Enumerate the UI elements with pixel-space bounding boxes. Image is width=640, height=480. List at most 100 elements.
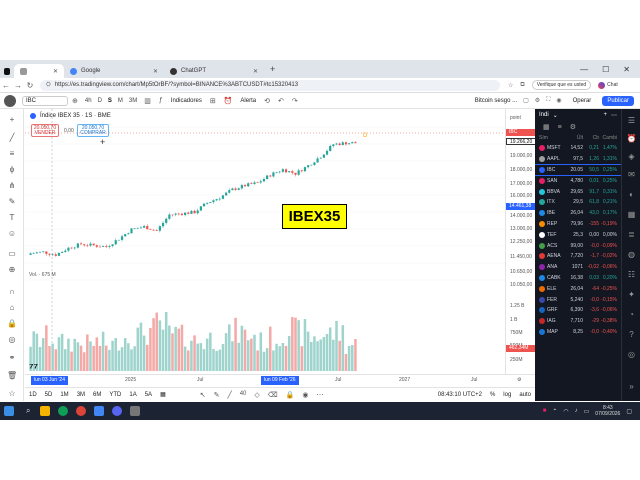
- time-axis[interactable]: lun 03 Jun '24 2025 Jul lun 09 Feb '26 J…: [25, 374, 535, 386]
- range-ytd[interactable]: YTD: [105, 392, 125, 398]
- pen-icon[interactable]: ✎: [214, 391, 220, 399]
- link-icon[interactable]: ⚭: [7, 353, 17, 363]
- wifi-icon[interactable]: ◠: [563, 408, 568, 415]
- forward-arrow-icon[interactable]: →: [12, 81, 24, 90]
- fibonacci-icon[interactable]: ϕ: [7, 165, 17, 175]
- add-icon[interactable]: +: [603, 112, 607, 118]
- lock-drawing-icon[interactable]: ⌂: [7, 303, 17, 313]
- back-arrow-icon[interactable]: ←: [0, 81, 12, 90]
- buy-button[interactable]: 20.050,70 COMPRAR: [77, 124, 109, 137]
- grid-icon[interactable]: ▦: [543, 123, 550, 131]
- indicators-icon[interactable]: ƒ: [155, 97, 167, 104]
- undo-icon[interactable]: ↶: [274, 97, 288, 105]
- star-icon[interactable]: ☆: [508, 82, 513, 89]
- replay-icon[interactable]: ⟲: [260, 97, 274, 105]
- watchlist-row[interactable]: ELE 26,04 -64 -0,25%: [535, 283, 621, 294]
- range-1y[interactable]: 1A: [125, 392, 140, 398]
- alert-icon[interactable]: ⏰: [220, 97, 237, 105]
- eraser-icon[interactable]: ⌫: [268, 391, 278, 399]
- timeframe-d[interactable]: D: [95, 98, 105, 104]
- more-icon[interactable]: ⋯: [317, 391, 324, 399]
- range-1m[interactable]: 1M: [56, 392, 72, 398]
- help-icon[interactable]: ?: [626, 329, 637, 340]
- range-5d[interactable]: 5D: [41, 392, 57, 398]
- minimize-icon[interactable]: —: [580, 65, 588, 74]
- patterns-icon[interactable]: ⋔: [7, 181, 17, 191]
- sell-button[interactable]: 20.050,70 VENDER: [31, 124, 59, 137]
- system-clock[interactable]: 8:43 07/09/2026: [595, 405, 620, 417]
- watchlist-row[interactable]: IAG 7,710 -29 -0,38%: [535, 316, 621, 327]
- watchlist-row[interactable]: TEF 25,3 0,00 0,00%: [535, 229, 621, 240]
- news-icon[interactable]: ≣: [626, 229, 637, 240]
- watchlist-row[interactable]: AENA 7,720 -1,7 -0,02%: [535, 251, 621, 262]
- percent-toggle[interactable]: %: [490, 392, 495, 398]
- volume-icon[interactable]: ♪: [575, 408, 578, 414]
- discord-icon[interactable]: [112, 406, 122, 416]
- visibility-icon[interactable]: ◉: [302, 391, 308, 399]
- col-last[interactable]: Últ: [569, 135, 583, 141]
- range-5y[interactable]: 5A: [141, 392, 156, 398]
- close-window-icon[interactable]: ✕: [623, 65, 630, 74]
- clock-text[interactable]: 08:43:10 UTC+2: [438, 392, 482, 398]
- verify-button[interactable]: Verifique que es usted: [531, 80, 592, 90]
- range-6m[interactable]: 6M: [89, 392, 105, 398]
- settings-icon[interactable]: ⚙: [535, 97, 540, 104]
- text-tool-icon[interactable]: T: [7, 213, 17, 223]
- stream-icon[interactable]: ◎: [626, 349, 637, 360]
- crosshair-icon[interactable]: +: [7, 115, 17, 125]
- ideas-icon[interactable]: ◐: [626, 189, 637, 200]
- shape-icon[interactable]: ◇: [254, 391, 259, 399]
- camera-icon[interactable]: ◉: [556, 97, 561, 104]
- chat-button[interactable]: Chat: [598, 81, 618, 89]
- col-symbol[interactable]: Sím: [535, 135, 569, 141]
- maximize-icon[interactable]: ☐: [602, 65, 609, 74]
- watchlist-row[interactable]: CABK 16,38 0,03 0,20%: [535, 273, 621, 284]
- fullscreen-icon[interactable]: ⛶: [546, 97, 550, 104]
- chrome-icon[interactable]: [76, 406, 86, 416]
- magnet-icon[interactable]: ∩: [7, 287, 17, 297]
- lock-icon[interactable]: 🔒: [7, 319, 17, 329]
- watchlist-row[interactable]: IBE 26,04 43,0 0,17%: [535, 208, 621, 219]
- pine-icon[interactable]: ✦: [626, 289, 637, 300]
- ruler-icon[interactable]: ▭: [7, 249, 17, 259]
- store-icon[interactable]: [94, 406, 104, 416]
- alert-button[interactable]: Alerta: [236, 98, 260, 104]
- log-toggle[interactable]: log: [503, 392, 511, 398]
- axis-settings-icon[interactable]: ⚙: [517, 377, 521, 383]
- layout-icon[interactable]: ▢: [523, 97, 529, 104]
- indicators-button[interactable]: Indicadores: [167, 98, 206, 104]
- price-chart[interactable]: D ⁷⁷: [25, 109, 505, 374]
- hide-drawings-icon[interactable]: ◎: [7, 335, 17, 345]
- watchlist-row[interactable]: ANA 1071 -0,02 -0,06%: [535, 262, 621, 273]
- address-input[interactable]: ⛭ https://es.tradingview.com/chart/Mp5tO…: [40, 79, 500, 91]
- range-1d[interactable]: 1D: [25, 392, 41, 398]
- layout-name[interactable]: Bitcoin sesgo ...: [475, 98, 517, 104]
- battery-icon[interactable]: ▭: [584, 408, 590, 415]
- tool-size[interactable]: 40: [240, 391, 247, 399]
- notification-icon[interactable]: ▢: [626, 408, 632, 415]
- templates-icon[interactable]: ⊞: [206, 97, 220, 105]
- more-icon[interactable]: ⋯: [611, 112, 621, 119]
- browser-tab-google[interactable]: Google ✕: [64, 64, 164, 78]
- price-axis[interactable]: point 19.000,00 18.000,00 17.000,00 16.0…: [505, 109, 536, 374]
- watchlist-row[interactable]: MAP 8,25 -0,0 -0,40%: [535, 327, 621, 338]
- chart-pane[interactable]: D ⁷⁷: [25, 109, 505, 374]
- close-tab-icon[interactable]: ✕: [253, 68, 258, 75]
- file-explorer-icon[interactable]: [40, 406, 50, 416]
- chat-icon[interactable]: ✉: [626, 169, 637, 180]
- chevron-down-icon[interactable]: ⌄: [553, 112, 558, 119]
- list-icon[interactable]: ≡: [558, 124, 562, 131]
- watchlist-row[interactable]: IBC 20.05 50,5 0,25%: [535, 163, 621, 177]
- line-icon[interactable]: ╱: [227, 391, 231, 399]
- col-change-pct[interactable]: Cambi: [599, 135, 619, 141]
- user-avatar[interactable]: [4, 94, 16, 107]
- windows-start-icon[interactable]: [4, 406, 14, 416]
- close-tab-icon[interactable]: ✕: [153, 68, 158, 75]
- watchlist-row[interactable]: GRF 6,390 -3,6 -0,06%: [535, 305, 621, 316]
- add-symbol-icon[interactable]: ⊕: [68, 97, 82, 105]
- dividend-marker-icon[interactable]: D: [363, 133, 368, 139]
- calendar-icon[interactable]: ▦: [626, 209, 637, 220]
- favorites-icon[interactable]: ☆: [7, 389, 17, 399]
- publish-button[interactable]: Publicar: [602, 95, 634, 106]
- settings-icon[interactable]: ⚙: [570, 123, 576, 131]
